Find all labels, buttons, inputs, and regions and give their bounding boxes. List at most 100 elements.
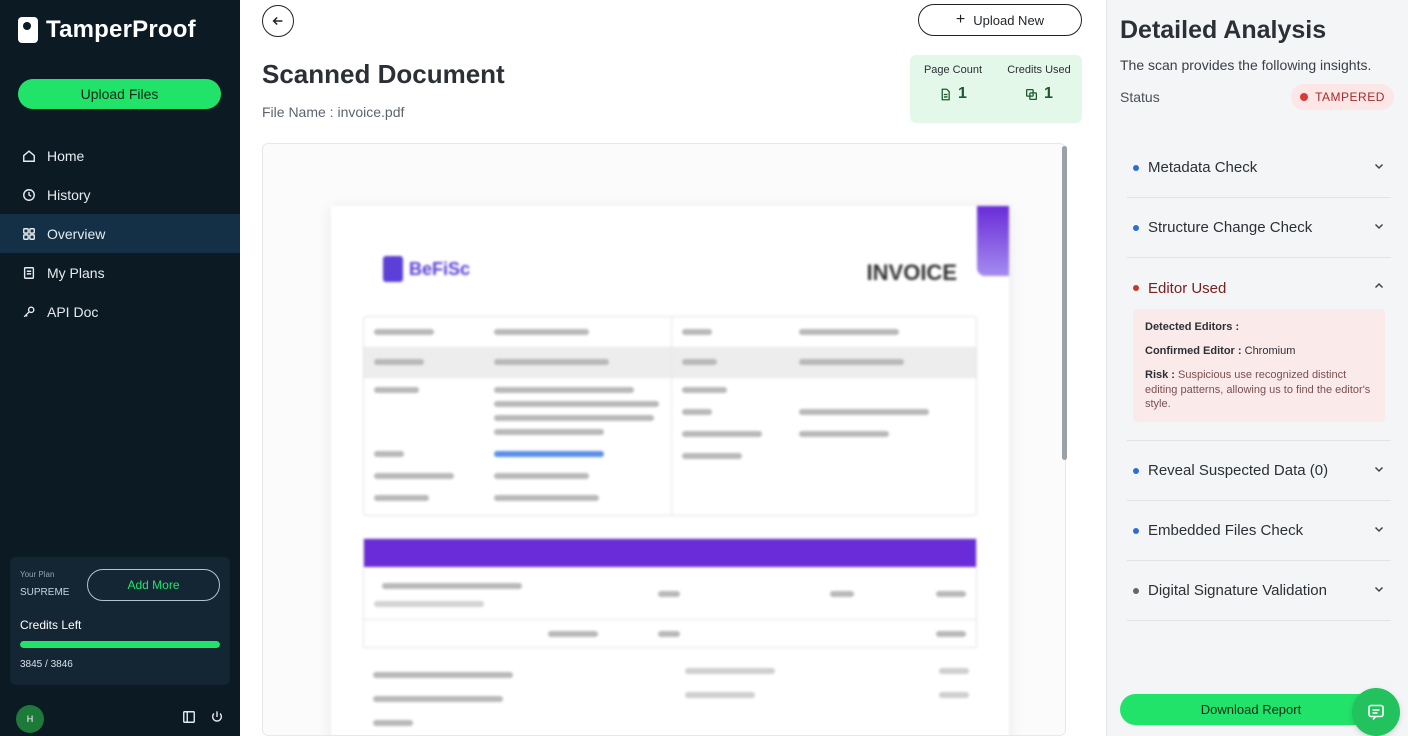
status-dot: [1133, 285, 1139, 291]
blurred-text: [658, 591, 680, 597]
sidebar-item-label: Overview: [47, 225, 106, 242]
invoice-logo-icon: [383, 256, 403, 282]
sidebar-item-label: Home: [47, 147, 85, 164]
risk-value: Suspicious use recognized distinct editi…: [1145, 368, 1371, 411]
editor-detail-box: Detected Editors : Confirmed Editor : Ch…: [1133, 309, 1385, 423]
items-table-header: [364, 539, 976, 567]
info-divider: [364, 347, 976, 348]
blurred-text: [494, 329, 589, 335]
back-button[interactable]: [262, 5, 294, 37]
credits-used-value-wrap: 1: [1025, 85, 1053, 103]
status-dot: [1133, 467, 1139, 474]
check-digital-signature[interactable]: Digital Signature Validation: [1127, 561, 1391, 622]
check-label: Structure Change Check: [1148, 219, 1313, 236]
blurred-text: [494, 359, 609, 365]
check-embedded-files[interactable]: Embedded Files Check: [1127, 501, 1391, 562]
blurred-text: [799, 431, 889, 437]
check-header: Structure Change Check: [1133, 219, 1312, 236]
credits-used-value: 1: [1044, 85, 1053, 102]
check-label: Metadata Check: [1148, 159, 1258, 176]
info-divider: [364, 377, 976, 378]
sidebar-item-my-plans[interactable]: My Plans: [0, 253, 240, 292]
chevron-down-icon: [1373, 219, 1385, 237]
chevron-down-icon: [1373, 159, 1385, 177]
sidebar-item-overview[interactable]: Overview: [0, 214, 240, 253]
logo-icon: [18, 17, 38, 43]
check-reveal-suspected-data[interactable]: Reveal Suspected Data (0): [1127, 441, 1391, 502]
blurred-text: [373, 672, 513, 678]
blurred-text: [799, 359, 904, 365]
blurred-text: [494, 387, 634, 393]
status-badge: TAMPERED: [1291, 84, 1394, 110]
blurred-text: [382, 583, 522, 589]
check-metadata[interactable]: Metadata Check: [1127, 138, 1391, 198]
coins-icon: [1026, 88, 1038, 100]
blurred-text: [374, 451, 404, 457]
confirmed-editor: Confirmed Editor : Chromium: [1145, 344, 1373, 359]
grid-icon: [21, 226, 37, 242]
invoice-info-table: [363, 316, 977, 516]
avatar[interactable]: H: [16, 705, 44, 733]
add-more-button[interactable]: Add More: [87, 569, 220, 601]
sidebar-item-history[interactable]: History: [0, 175, 240, 214]
blurred-text: [682, 359, 717, 365]
blurred-text: [373, 696, 503, 702]
blurred-text: [799, 409, 929, 415]
collapse-sidebar-icon[interactable]: [182, 710, 196, 729]
blurred-text: [494, 429, 604, 435]
power-icon[interactable]: [210, 710, 224, 729]
blurred-text: [374, 329, 434, 335]
sidebar: TamperProof Upload Files Home History Ov…: [0, 0, 240, 736]
plan-card: Your Plan SUPREME Add More Credits Left …: [10, 557, 230, 685]
sidebar-item-label: My Plans: [47, 264, 105, 281]
download-report-button[interactable]: Download Report: [1120, 694, 1382, 725]
status-dot: [1133, 224, 1139, 231]
blurred-text: [682, 453, 742, 459]
preview-scrollbar[interactable]: [1062, 146, 1067, 460]
invoice-items-table: [363, 538, 977, 648]
document-icon: [941, 88, 950, 100]
check-editor-used-group: Editor Used Detected Editors : Confirmed…: [1127, 258, 1391, 442]
chat-icon: [1368, 704, 1384, 721]
status-value: TAMPERED: [1315, 90, 1385, 104]
blurred-text: [494, 473, 589, 479]
credits-used-label: Credits Used: [1007, 64, 1071, 76]
blurred-text: [799, 329, 899, 335]
document-preview[interactable]: BeFiSc INVOICE: [262, 143, 1066, 736]
arrow-left-icon: [272, 16, 283, 26]
sidebar-item-home[interactable]: Home: [0, 136, 240, 175]
blurred-text: [494, 495, 599, 501]
blurred-text: [936, 591, 966, 597]
confirmed-editor-label: Confirmed Editor :: [1145, 344, 1242, 357]
blurred-text: [682, 329, 712, 335]
blurred-text: [374, 473, 454, 479]
page-count-value-wrap: 1: [939, 85, 967, 103]
chevron-down-icon: [1373, 462, 1385, 480]
blurred-link: [494, 451, 604, 457]
blurred-text: [682, 431, 762, 437]
invoice-corner-decoration: [977, 206, 1009, 276]
confirmed-editor-value: Chromium: [1244, 344, 1296, 357]
app-logo[interactable]: TamperProof: [18, 16, 196, 44]
sidebar-footer-actions: [182, 710, 224, 729]
blurred-text: [939, 692, 969, 698]
chevron-up-icon: [1373, 279, 1385, 297]
page-count-label: Page Count: [923, 64, 983, 76]
invoice-logo: BeFiSc: [383, 256, 470, 282]
plan-label: Your Plan: [20, 570, 55, 579]
blurred-text: [682, 387, 727, 393]
sidebar-item-api-doc[interactable]: API Doc: [0, 292, 240, 331]
check-label: Embedded Files Check: [1148, 522, 1304, 540]
chat-button[interactable]: [1352, 688, 1400, 736]
check-label: Reveal Suspected Data (0): [1148, 462, 1329, 480]
upload-files-button[interactable]: Upload Files: [18, 79, 221, 109]
credits-used-stat: Credits Used 1: [996, 55, 1082, 123]
app-name: TamperProof: [46, 16, 196, 43]
main-content: + Upload New Scanned Document File Name …: [240, 0, 1106, 736]
blurred-text: [374, 495, 429, 501]
upload-new-button[interactable]: + Upload New: [918, 4, 1082, 36]
check-structure-change[interactable]: Structure Change Check: [1127, 198, 1391, 258]
items-divider: [364, 619, 976, 620]
page-count-value: 1: [958, 85, 967, 102]
risk-note: Risk : Suspicious use recognized distinc…: [1145, 368, 1373, 413]
